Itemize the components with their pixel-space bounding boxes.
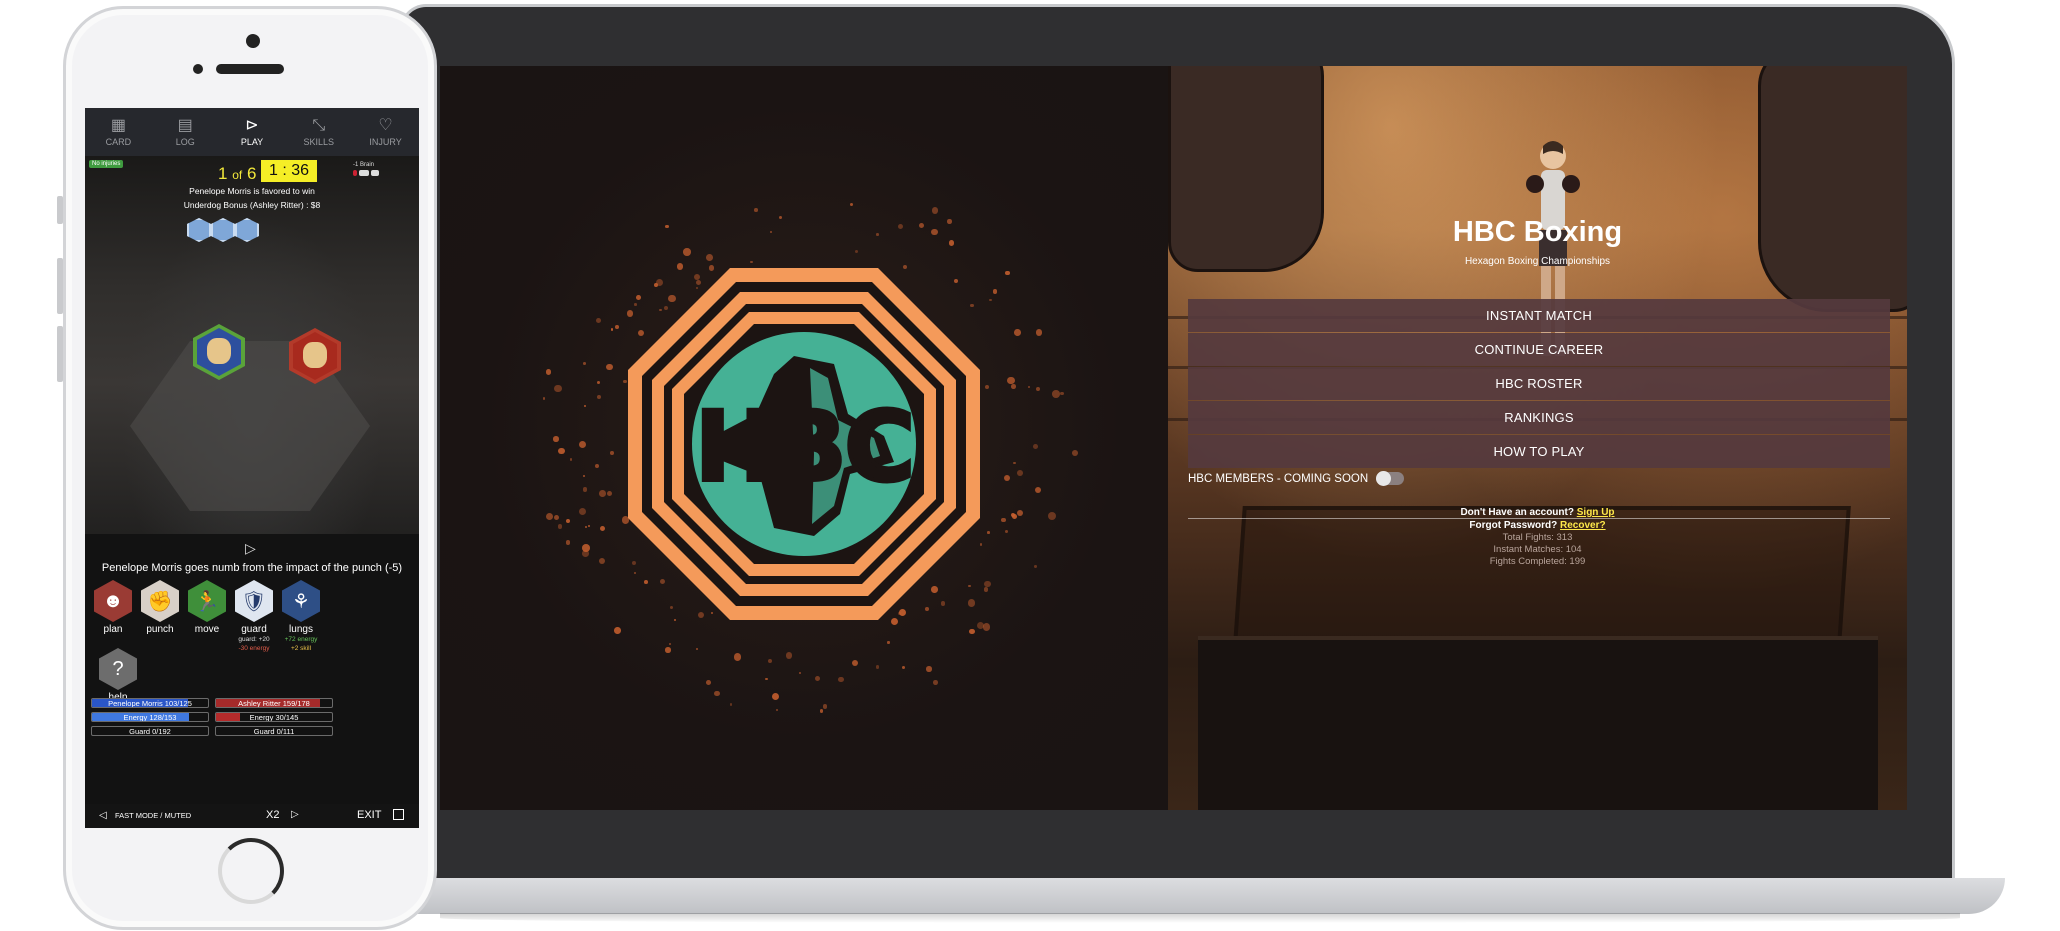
- phone-screen: ▦ CARD ▤ LOG ⊳ PLAY ⤡ SKILLS ♡ INJURY No inju…: [85, 108, 419, 828]
- plan-action[interactable]: ☻ plan: [92, 580, 134, 635]
- speed-button[interactable]: X2: [266, 809, 279, 821]
- account-divider: [1188, 518, 1890, 519]
- how-to-play-button[interactable]: HOW TO PLAY: [1188, 435, 1890, 468]
- speaker-muted-icon[interactable]: ◁: [99, 810, 107, 821]
- instant-matches-stat: Instant Matches: 104: [1493, 544, 1582, 555]
- phone-sensor: [193, 64, 203, 74]
- tab-card[interactable]: ▦ CARD: [85, 108, 152, 156]
- no-account-text: Don't Have an account?: [1460, 507, 1574, 518]
- fast-mode-label[interactable]: FAST MODE / MUTED: [115, 811, 191, 820]
- left-stat-bar: Penelope Morris 103/125: [91, 698, 209, 708]
- fight-log-message: Penelope Morris goes numb from the impac…: [101, 562, 403, 574]
- right-stat-bar: Ashley Ritter 159/178: [215, 698, 333, 708]
- action-panel: ▷ Penelope Morris goes numb from the imp…: [85, 534, 419, 828]
- sign-up-row: Don't Have an account? Sign Up: [1168, 507, 1907, 518]
- total-fights-stat: Total Fights: 313: [1502, 532, 1573, 543]
- blue-gem-icon: [235, 218, 259, 242]
- sign-up-link[interactable]: Sign Up: [1577, 507, 1615, 518]
- guard-icon: 🛡: [235, 580, 273, 622]
- card-icon: ▦: [110, 117, 126, 134]
- continue-career-button[interactable]: CONTINUE CAREER: [1188, 333, 1890, 366]
- lungs-action[interactable]: ⚘ lungs +72 energy +2 skill: [280, 580, 322, 653]
- play-icon: ⊳: [245, 117, 259, 134]
- play-turn-icon[interactable]: ▷: [245, 540, 256, 557]
- rankings-button[interactable]: RANKINGS: [1188, 401, 1890, 434]
- round-timer: 1 : 36: [261, 160, 318, 182]
- game-title: HBC Boxing: [1452, 216, 1623, 248]
- logo-panel: HBC: [440, 66, 1168, 810]
- game-subtitle: Hexagon Boxing Championships: [1464, 256, 1611, 267]
- right-stat-bar: Guard 0/111: [215, 726, 333, 736]
- help-icon: ?: [99, 648, 137, 690]
- phone-camera: [246, 34, 260, 48]
- status-tags: [353, 170, 379, 176]
- hbc-logo: HBC: [628, 268, 980, 620]
- grid-icon[interactable]: [393, 809, 404, 820]
- help-action[interactable]: ? help: [97, 648, 139, 703]
- recover-row: Forgot Password? Recover?: [1168, 520, 1907, 531]
- recover-link[interactable]: Recover?: [1560, 520, 1606, 531]
- punch-icon: ✊: [141, 580, 179, 622]
- logo-letters: HBC: [695, 391, 913, 503]
- round-counter: 1 of 6: [218, 164, 257, 183]
- underdog-bonus-text: Underdog Bonus (Ashley Ritter) : $8: [183, 200, 321, 210]
- log-icon: ▤: [177, 117, 193, 134]
- exit-button[interactable]: EXIT: [357, 809, 381, 821]
- phone-home-button[interactable]: [218, 838, 284, 904]
- move-icon: 🏃: [188, 580, 226, 622]
- laptop-screen: HBC HBC Boxing Hexagon Boxing Championsh…: [440, 66, 1907, 810]
- favored-text: Penelope Morris is favored to win: [189, 186, 315, 196]
- main-menu-panel: HBC Boxing Hexagon Boxing Championships …: [1168, 66, 1907, 810]
- punch-action[interactable]: ✊ punch: [139, 580, 181, 635]
- hbc-roster-button[interactable]: HBC ROSTER: [1188, 367, 1890, 400]
- lungs-icon: ⚘: [282, 580, 320, 622]
- skills-icon: ⤡: [312, 117, 326, 134]
- instant-match-button[interactable]: INSTANT MATCH: [1188, 299, 1890, 332]
- blue-gem-icon: [211, 218, 235, 242]
- no-injuries-badge: No injuries: [89, 160, 124, 168]
- glove-right-art: [1758, 66, 1907, 312]
- members-toggle[interactable]: [1376, 471, 1405, 486]
- tab-log[interactable]: ▤ LOG: [152, 108, 219, 156]
- tab-skills[interactable]: ⤡ SKILLS: [285, 108, 352, 156]
- fights-completed-stat: Fights Completed: 199: [1489, 556, 1586, 567]
- blue-gem-icon: [187, 218, 211, 242]
- phone-footer: ◁ FAST MODE / MUTED X2 ▷ EXIT: [85, 804, 419, 828]
- tab-play[interactable]: ⊳ PLAY: [219, 108, 286, 156]
- laptop-base: [400, 878, 2005, 914]
- laptop-shadow: [440, 913, 1960, 923]
- move-action[interactable]: 🏃 move: [186, 580, 228, 635]
- members-label: HBC MEMBERS - COMING SOON: [1188, 472, 1369, 485]
- phone-tab-bar: ▦ CARD ▤ LOG ⊳ PLAY ⤡ SKILLS ♡ INJURY: [85, 108, 419, 156]
- ring-apron-art: [1198, 636, 1878, 810]
- forgot-password-text: Forgot Password?: [1469, 520, 1558, 531]
- fight-arena: No injuries 1 of 6 1 : 36 -1 Brain Penel…: [85, 156, 419, 534]
- phone-speaker: [216, 64, 284, 74]
- injury-icon: ♡: [378, 117, 393, 134]
- left-stat-bar: Guard 0/192: [91, 726, 209, 736]
- corner-status: -1 Brain: [353, 162, 375, 168]
- resume-play-icon[interactable]: ▷: [291, 809, 299, 820]
- right-stat-bar: Energy 30/145: [215, 712, 333, 722]
- left-stat-bar: Energy 128/153: [91, 712, 209, 722]
- plan-icon: ☻: [94, 580, 132, 622]
- guard-action[interactable]: 🛡 guard guard: +20 -30 energy: [233, 580, 275, 653]
- tab-injury[interactable]: ♡ INJURY: [352, 108, 419, 156]
- members-row: HBC MEMBERS - COMING SOON: [1188, 471, 1405, 486]
